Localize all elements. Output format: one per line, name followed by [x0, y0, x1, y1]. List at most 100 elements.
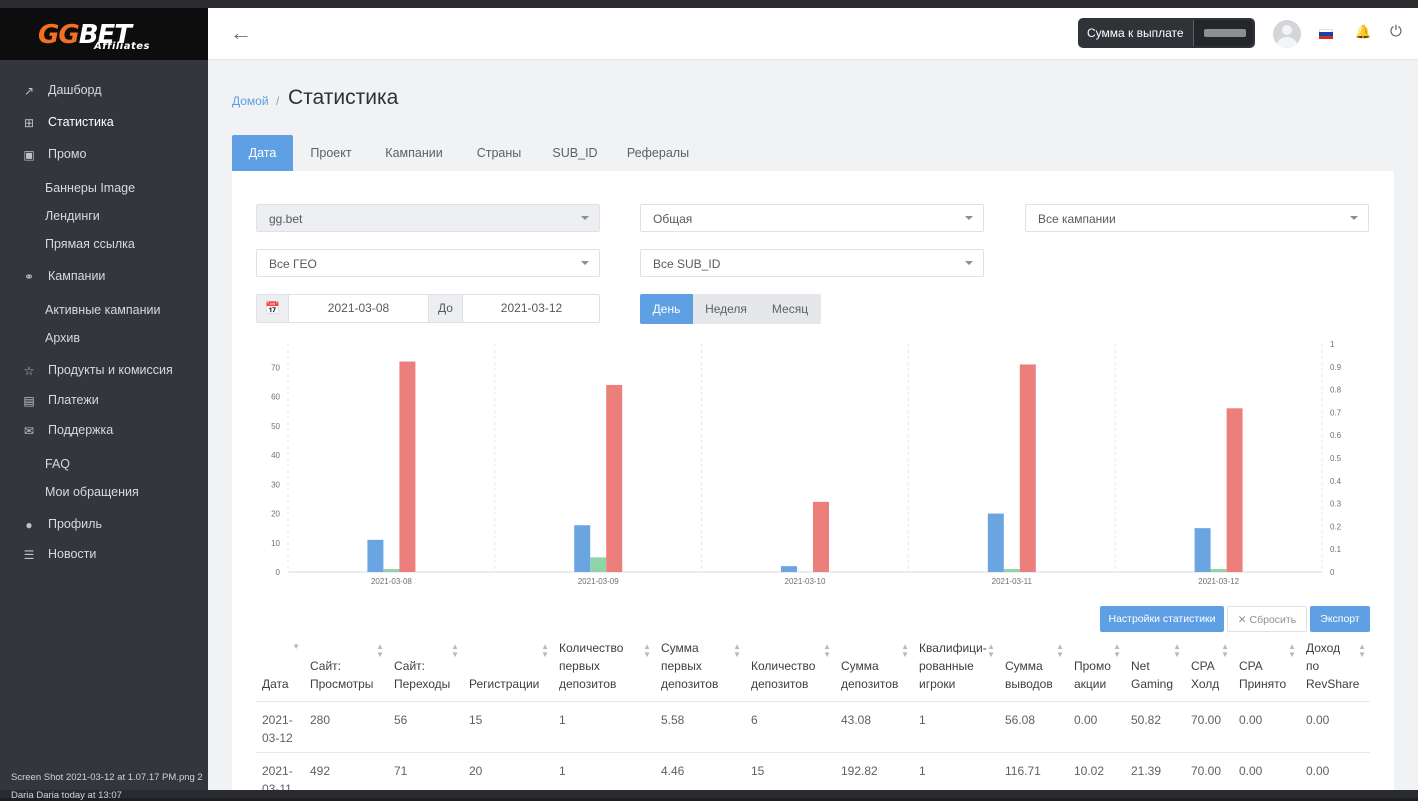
sidebar-item-2[interactable]: ⊞ Статистика	[0, 115, 208, 133]
sort-icon[interactable]: ▲ ▼	[376, 643, 384, 659]
sidebar-item-8[interactable]: Активные кампании	[0, 303, 208, 321]
subid-select[interactable]: Все SUB_ID	[640, 249, 984, 277]
sidebar-item-5[interactable]: Лендинги	[0, 209, 208, 227]
tab-4[interactable]: Страны	[462, 135, 536, 171]
sort-icon[interactable]: ▲ ▼	[823, 643, 831, 659]
tab-2[interactable]: Проект	[296, 135, 366, 171]
column-header-label: Сумма	[661, 641, 699, 655]
sidebar-item-label: Мои обращения	[45, 485, 139, 499]
period-month-button[interactable]: Месяц	[759, 294, 821, 324]
bar-series2	[1210, 569, 1227, 572]
sort-icon[interactable]: ▲ ▼	[451, 643, 459, 659]
column-header-label: акции	[1074, 677, 1107, 691]
sidebar-item-9[interactable]: Архив	[0, 331, 208, 349]
sort-icon[interactable]: ▲ ▼	[643, 643, 651, 659]
back-arrow-icon[interactable]: ←	[230, 20, 252, 46]
table-cell-line: 2021-	[262, 713, 293, 727]
table-cell: 71	[394, 764, 408, 778]
sort-icon[interactable]: ▲ ▼	[1173, 643, 1181, 659]
sidebar-item-13[interactable]: FAQ	[0, 457, 208, 475]
table-cell: 116.71	[1005, 764, 1041, 778]
column-header[interactable]: Сумма первых депозитов ▲ ▼	[655, 633, 745, 701]
tab-6[interactable]: Рефералы	[614, 135, 702, 171]
column-header[interactable]: Сумма выводов ▲ ▼	[999, 633, 1068, 701]
sort-icon[interactable]: ▲ ▼	[541, 643, 549, 659]
sort-icon[interactable]: ▲ ▼	[1288, 643, 1296, 659]
campaigns-select[interactable]: Все кампании	[1025, 204, 1369, 232]
export-button[interactable]: Экспорт	[1310, 606, 1370, 632]
y2-tick-label: 0.8	[1330, 386, 1342, 395]
column-header[interactable]: CPA Принято ▲ ▼	[1233, 633, 1300, 701]
column-header-label: рованные	[919, 659, 974, 673]
avatar[interactable]	[1273, 20, 1301, 48]
power-icon[interactable]: ⏻	[1390, 23, 1402, 40]
date-to-input[interactable]: 2021-03-12	[463, 295, 600, 322]
sidebar-item-label: Дашборд	[48, 83, 102, 97]
sidebar-item-7[interactable]: ⚭ Кампании	[0, 269, 208, 287]
sidebar-item-15[interactable]: ● Профиль	[0, 517, 208, 535]
geo-select[interactable]: Все ГЕО	[256, 249, 600, 277]
tab-1[interactable]: Дата	[232, 135, 293, 171]
sort-icon[interactable]: ▲ ▼	[1113, 643, 1121, 659]
payout-button[interactable]: Сумма к выплате	[1078, 18, 1255, 48]
y2-tick-label: 0.4	[1330, 477, 1342, 486]
sort-icon[interactable]: ▲ ▼	[1358, 643, 1366, 659]
y-tick-label: 30	[271, 480, 280, 489]
breadcrumb-home-link[interactable]: Домой	[232, 94, 269, 108]
sort-icon[interactable]: ▲ ▼	[987, 643, 995, 659]
period-week-button[interactable]: Неделя	[693, 294, 759, 324]
sidebar-item-label: Продукты и комиссия	[48, 363, 173, 377]
project-select[interactable]: gg.bet	[256, 204, 600, 232]
sidebar-item-4[interactable]: Баннеры Image	[0, 181, 208, 199]
column-header[interactable]: Квалифици-рованные игроки ▲ ▼	[913, 633, 999, 701]
sidebar-item-16[interactable]: ☰ Новости	[0, 547, 208, 565]
type-select[interactable]: Общая	[640, 204, 984, 232]
column-header[interactable]: Регистрации ▲ ▼	[463, 633, 553, 701]
stats-settings-button[interactable]: Настройки статистики	[1100, 606, 1224, 632]
sort-icon[interactable]: ▲ ▼	[733, 643, 741, 659]
y-tick-label: 50	[271, 422, 280, 431]
bar-series1	[367, 539, 384, 572]
sidebar-item-3[interactable]: ▣ Промо	[0, 147, 208, 165]
sort-icon[interactable]: ▲ ▼	[1056, 643, 1064, 659]
period-day-button[interactable]: День	[640, 294, 693, 324]
sidebar-item-6[interactable]: Прямая ссылка	[0, 237, 208, 255]
sidebar-item-11[interactable]: ▤ Платежи	[0, 393, 208, 411]
logo-subtitle: Affiliates	[94, 41, 150, 52]
period-toggle: День Неделя Месяц	[640, 294, 821, 324]
logo-gg: GG	[38, 20, 80, 50]
sidebar-item-14[interactable]: Мои обращения	[0, 485, 208, 503]
tab-5[interactable]: SUB_ID	[541, 135, 609, 171]
tab-3[interactable]: Кампании	[370, 135, 458, 171]
caret-down-icon	[965, 261, 973, 265]
column-header[interactable]: Количество депозитов ▲ ▼	[745, 633, 835, 701]
column-header[interactable]: Сайт: Переходы ▲ ▼	[388, 633, 463, 701]
calendar-icon[interactable]: 📅	[257, 295, 289, 322]
y-tick-label: 0	[276, 568, 281, 577]
sidebar-item-12[interactable]: ✉ Поддержка	[0, 423, 208, 441]
sidebar-item-1[interactable]: ↗ Дашборд	[0, 83, 208, 101]
logo[interactable]: GGBET Affiliates	[0, 8, 208, 60]
sort-icon[interactable]: ▲ ▼	[1221, 643, 1229, 659]
column-header[interactable]: Net Gaming ▲ ▼	[1125, 633, 1185, 701]
column-header[interactable]: CPA Холд ▲ ▼	[1185, 633, 1233, 701]
column-header-label: Холд	[1191, 677, 1220, 691]
bell-icon[interactable]: 🔔	[1355, 24, 1371, 40]
column-header[interactable]: Доход по RevShare ▲ ▼	[1300, 633, 1370, 701]
table-cell: 1	[919, 713, 926, 727]
date-from-input[interactable]: 2021-03-08	[289, 295, 428, 322]
x-tick-label: 2021-03-08	[371, 577, 412, 586]
sort-icon[interactable]: ▲ ▼	[901, 643, 909, 659]
column-header[interactable]: Дата ▼	[256, 633, 304, 701]
column-header[interactable]: Сумма депозитов ▲ ▼	[835, 633, 913, 701]
sidebar-item-10[interactable]: ☆ Продукты и комиссия	[0, 363, 208, 381]
reset-button[interactable]: ✕ Сбросить	[1227, 606, 1307, 632]
column-header-label: CPA	[1239, 659, 1263, 673]
column-header[interactable]: Промо акции ▲ ▼	[1068, 633, 1125, 701]
sort-icon[interactable]: ▼	[292, 643, 300, 651]
column-header[interactable]: Сайт: Просмотры ▲ ▼	[304, 633, 388, 701]
table-cell: 280	[310, 713, 331, 727]
column-header[interactable]: Количество первых депозитов ▲ ▼	[553, 633, 655, 701]
flag-ru-icon[interactable]	[1319, 29, 1333, 39]
bar-series3	[813, 501, 829, 572]
